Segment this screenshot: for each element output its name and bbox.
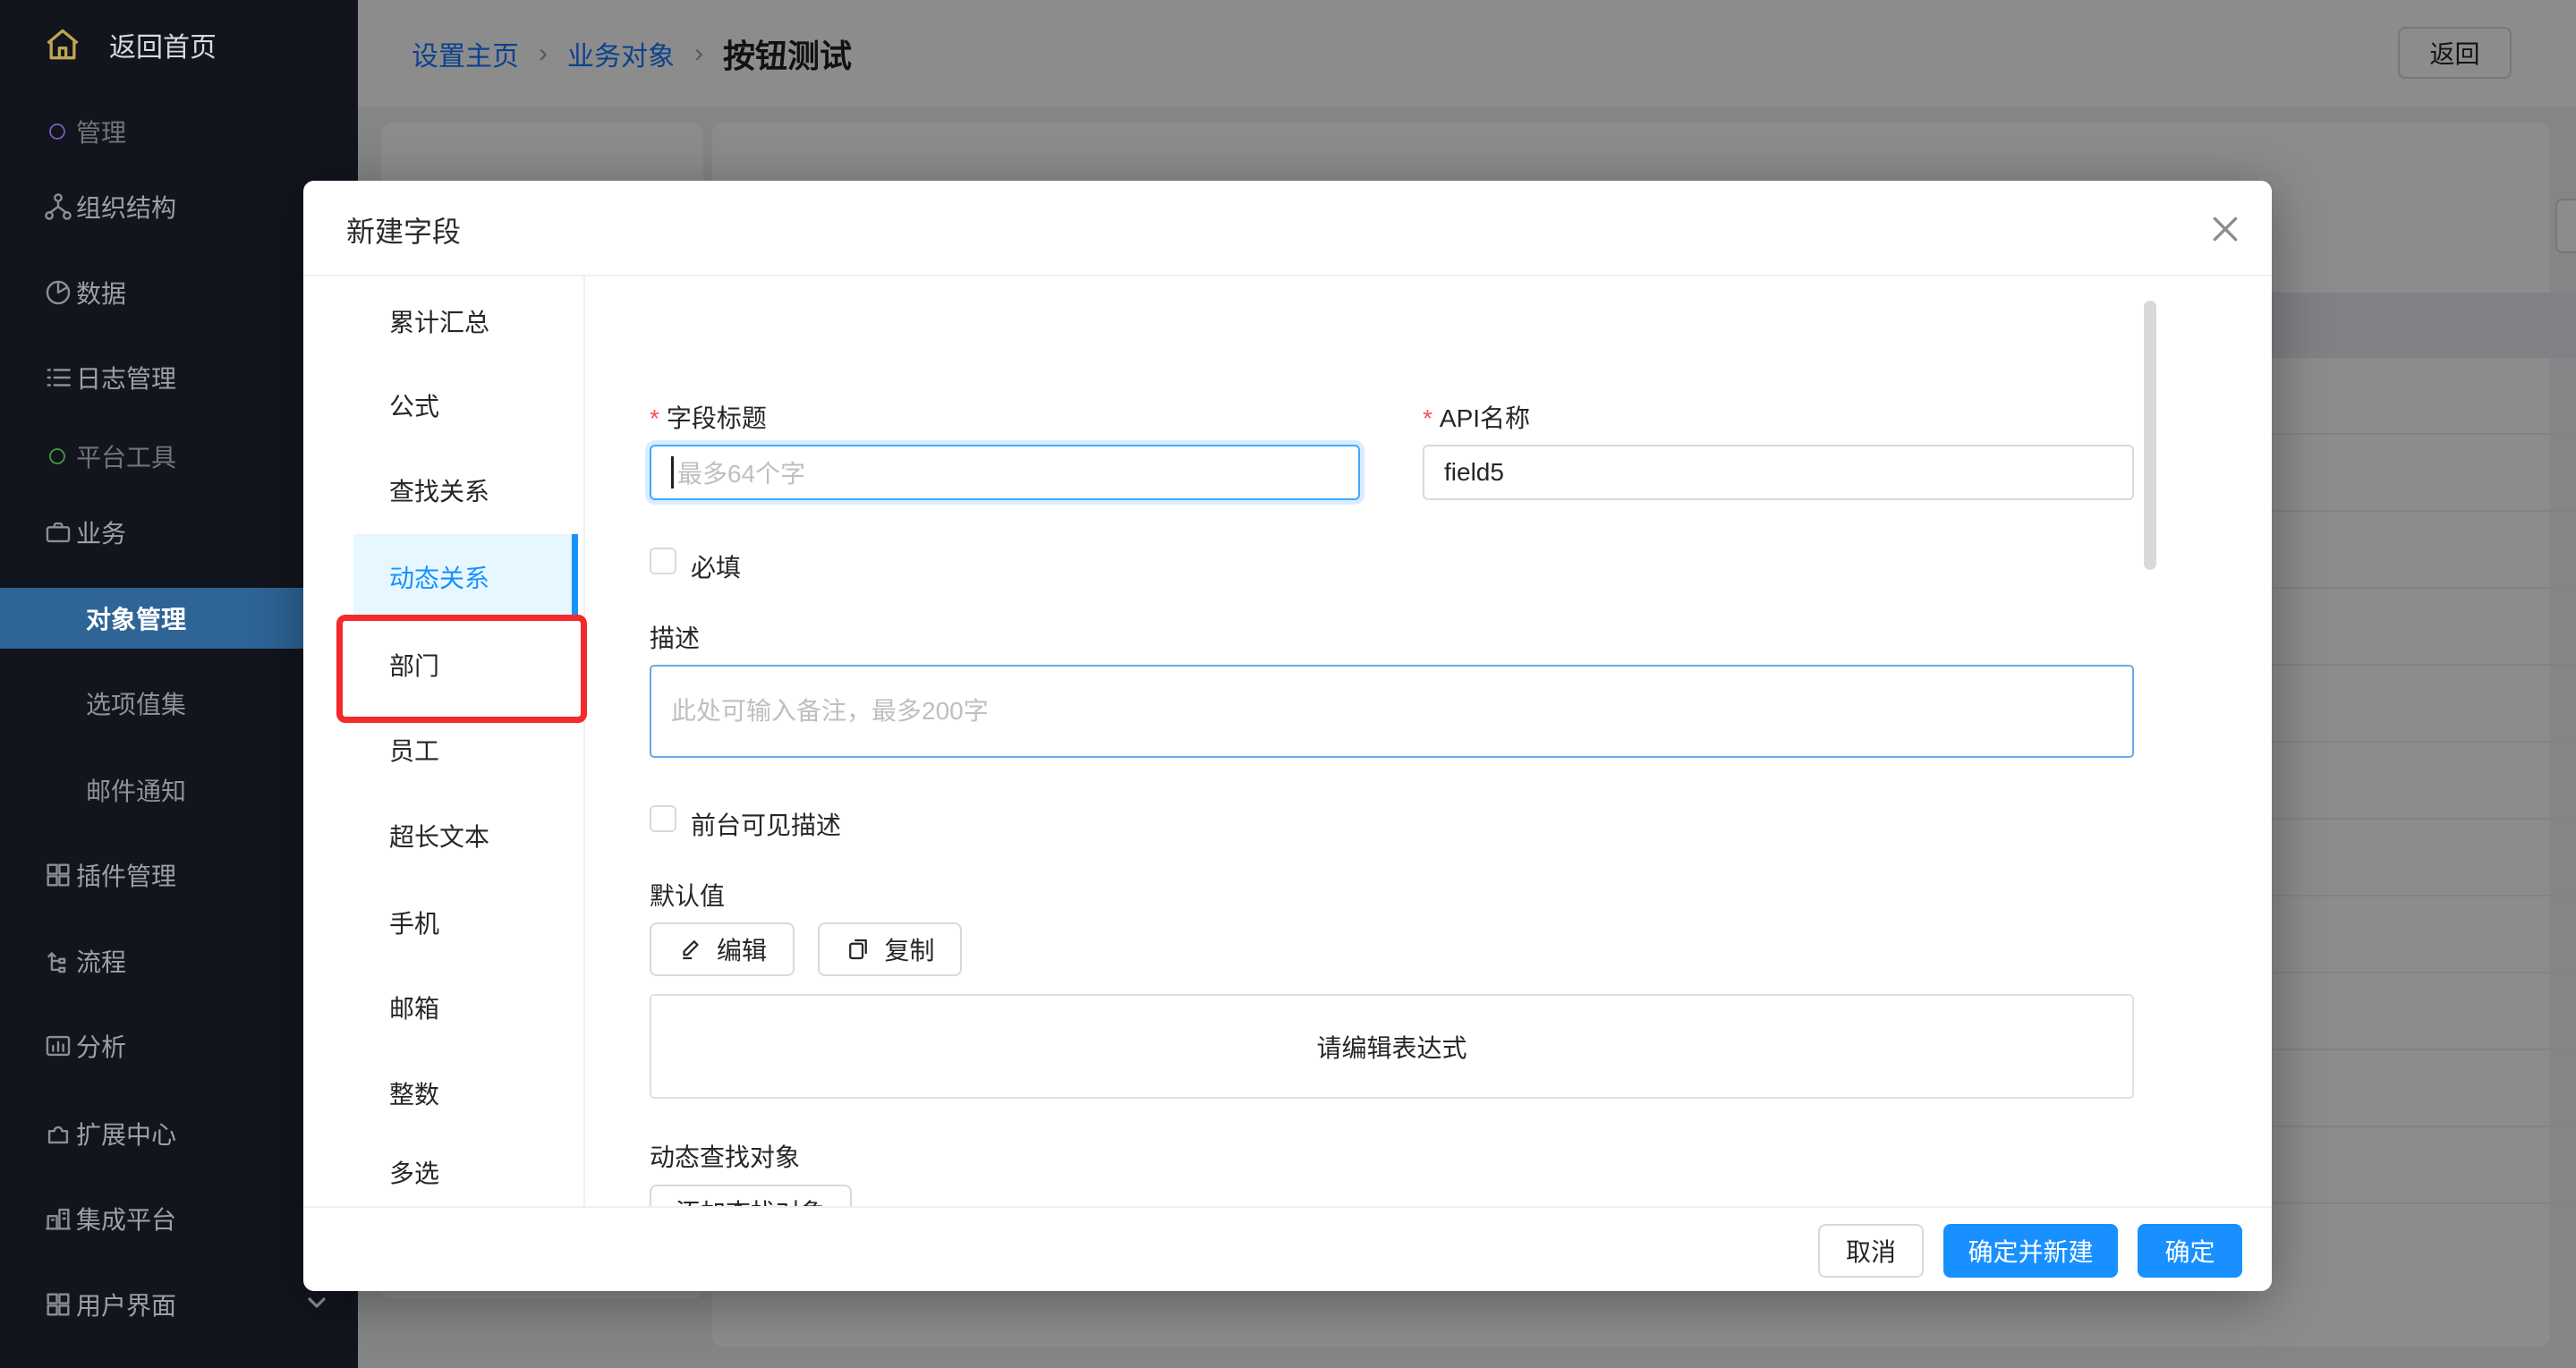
confirm-and-new-button[interactable]: 确定并新建 — [1943, 1224, 2118, 1278]
cancel-button[interactable]: 取消 — [1818, 1224, 1924, 1278]
confirm-button[interactable]: 确定 — [2138, 1224, 2242, 1278]
description-label: 描述 — [650, 619, 700, 655]
tab-label: 动态关系 — [389, 559, 489, 595]
sidebar-home-label: 返回首页 — [109, 25, 217, 64]
pencil-icon — [677, 936, 704, 963]
sidebar-item-1[interactable]: 管理 — [0, 99, 358, 164]
sidebar-item-label: 插件管理 — [76, 857, 176, 893]
sidebar-item-label: 平台工具 — [76, 438, 176, 474]
copy-button[interactable]: 复制 — [818, 922, 962, 976]
field-type-tab-7[interactable]: 超长文本 — [303, 793, 578, 878]
modal-scrollbar-thumb[interactable] — [2144, 301, 2156, 570]
sidebar-item-label: 日志管理 — [76, 360, 176, 395]
sidebar-item-label: 扩展中心 — [76, 1116, 176, 1151]
sidebar-item-label: 用户界面 — [76, 1287, 176, 1322]
home-icon — [43, 25, 82, 64]
field-type-tab-9[interactable]: 邮箱 — [303, 964, 578, 1049]
modal-footer: 取消 确定并新建 确定 — [303, 1206, 2272, 1291]
tab-label: 邮箱 — [389, 990, 439, 1025]
field-type-tab-2[interactable]: 公式 — [303, 362, 578, 447]
building-icon — [43, 1203, 73, 1234]
api-name-label: *API名称 — [1423, 399, 1530, 435]
new-field-modal: 新建字段 累计汇总公式查找关系动态关系部门员工超长文本手机邮箱整数多选 *字段标… — [303, 181, 2272, 1291]
api-name-input[interactable]: field5 — [1423, 445, 2134, 500]
copy-icon — [845, 936, 871, 963]
tab-label: 整数 — [389, 1075, 439, 1111]
app-root: 返回首页 管理组织结构数据日志管理平台工具业务对象管理选项值集邮件通知插件管理流… — [0, 0, 2576, 1368]
sidebar-item-label: 对象管理 — [86, 600, 186, 636]
chevron-down-icon[interactable] — [302, 1288, 331, 1317]
sidebar-item-label: 选项值集 — [86, 685, 186, 721]
tab-label: 超长文本 — [389, 818, 489, 854]
field-title-input[interactable]: 最多64个字 — [650, 445, 1360, 500]
chart-icon — [43, 1031, 73, 1061]
field-type-tab-1[interactable]: 累计汇总 — [303, 278, 578, 363]
add-lookup-object-button[interactable]: 添加查找对象 — [650, 1185, 852, 1206]
grid-icon — [43, 860, 73, 890]
field-type-tab-10[interactable]: 整数 — [303, 1050, 578, 1135]
field-type-tab-6[interactable]: 员工 — [303, 707, 578, 792]
required-asterisk: * — [1423, 404, 1433, 432]
front-visible-checkbox[interactable] — [650, 805, 676, 832]
tab-rail-divider — [583, 275, 585, 1206]
edit-expression-button[interactable]: 编辑 — [650, 922, 795, 976]
pie-icon — [43, 277, 73, 308]
sidebar-item-label: 业务 — [76, 514, 126, 550]
default-value-label: 默认值 — [650, 877, 725, 913]
field-type-tab-8[interactable]: 手机 — [303, 879, 578, 964]
dynamic-lookup-label: 动态查找对象 — [650, 1138, 800, 1174]
description-textarea[interactable]: 此处可输入备注，最多200字 — [650, 665, 2134, 758]
required-asterisk: * — [650, 404, 659, 432]
sidebar-item-label: 数据 — [76, 275, 126, 310]
close-icon[interactable] — [2207, 211, 2243, 247]
tab-label: 部门 — [389, 647, 439, 683]
sidebar-item-label: 分析 — [76, 1028, 126, 1064]
expression-box[interactable]: 请编辑表达式 — [650, 994, 2134, 1099]
tab-label: 员工 — [389, 732, 439, 768]
sidebar-item-label: 管理 — [76, 114, 126, 149]
field-type-tab-4[interactable]: 动态关系 — [353, 534, 578, 619]
field-type-tab-11[interactable]: 多选 — [303, 1129, 578, 1206]
sidebar-item-label: 流程 — [76, 943, 126, 979]
tab-label: 多选 — [389, 1154, 439, 1190]
circle-icon — [47, 121, 68, 142]
modal-body: 累计汇总公式查找关系动态关系部门员工超长文本手机邮箱整数多选 *字段标题 *AP… — [303, 275, 2272, 1206]
sidebar-item-label: 集成平台 — [76, 1201, 176, 1236]
org-icon — [43, 191, 73, 222]
tab-label: 查找关系 — [389, 472, 489, 508]
tab-label: 公式 — [389, 387, 439, 423]
list-icon — [43, 362, 73, 393]
sidebar-item-label: 邮件通知 — [86, 772, 186, 808]
tab-label: 累计汇总 — [389, 303, 489, 339]
field-title-label: *字段标题 — [650, 399, 767, 435]
sidebar-home-button[interactable]: 返回首页 — [0, 0, 358, 89]
tab-label: 手机 — [389, 905, 439, 940]
modal-title: 新建字段 — [346, 209, 461, 251]
circle-icon — [47, 446, 68, 467]
required-checkbox[interactable] — [650, 548, 676, 574]
field-type-tab-5[interactable]: 部门 — [303, 622, 578, 707]
grid-icon — [43, 1289, 73, 1320]
selected-tab-inkbar — [572, 534, 578, 619]
text-cursor — [671, 456, 674, 489]
front-visible-checkbox-label[interactable]: 前台可见描述 — [691, 806, 841, 842]
sidebar-item-label: 组织结构 — [76, 189, 176, 225]
puzzle-icon — [43, 1118, 73, 1149]
briefcase-icon — [43, 517, 73, 548]
field-type-tab-3[interactable]: 查找关系 — [303, 447, 578, 532]
flow-icon — [43, 946, 73, 976]
required-checkbox-label[interactable]: 必填 — [691, 548, 741, 584]
